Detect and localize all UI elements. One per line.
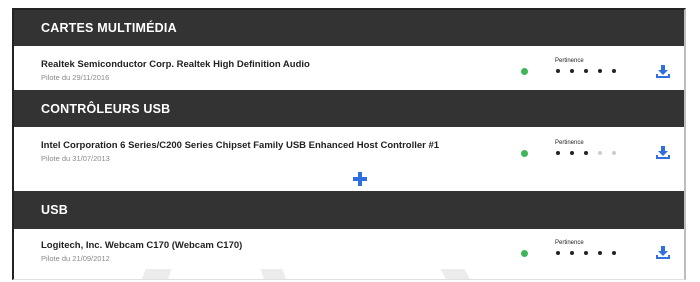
device-row: Intel Corporation 6 Series/C200 Series C…	[14, 127, 684, 189]
background-shape	[260, 269, 290, 279]
driver-date: Pilote du 31/07/2013	[41, 154, 110, 163]
background-shape	[138, 269, 172, 279]
status-indicator	[521, 68, 528, 75]
relevance-label: Pertinence	[555, 58, 584, 64]
download-icon[interactable]	[655, 146, 671, 160]
status-indicator	[521, 150, 528, 157]
plus-icon[interactable]	[353, 172, 367, 186]
relevance-dot-filled	[556, 69, 560, 73]
relevance-dot-filled	[584, 151, 588, 155]
section-title: USB	[41, 203, 68, 217]
section-header-usb-controllers: CONTRÔLEURS USB	[14, 90, 684, 127]
driver-date: Pilote du 29/11/2016	[41, 73, 110, 82]
device-name: Intel Corporation 6 Series/C200 Series C…	[41, 140, 440, 151]
relevance-dot-filled	[584, 69, 588, 73]
relevance-dot-empty	[598, 151, 602, 155]
download-icon[interactable]	[655, 246, 671, 260]
status-indicator	[521, 250, 528, 257]
device-name: Realtek Semiconductor Corp. Realtek High…	[41, 59, 310, 70]
relevance-dot-filled	[570, 151, 574, 155]
device-row: Logitech, Inc. Webcam C170 (Webcam C170)…	[14, 229, 684, 279]
relevance-label: Pertinence	[555, 140, 584, 146]
relevance-dot-filled	[556, 151, 560, 155]
device-row: Realtek Semiconductor Corp. Realtek High…	[14, 46, 684, 90]
relevance-dot-filled	[598, 251, 602, 255]
section-title: CONTRÔLEURS USB	[41, 101, 171, 116]
driver-date: Pilote du 21/09/2012	[41, 254, 110, 263]
relevance-dot-filled	[612, 251, 616, 255]
relevance-dot-filled	[570, 251, 574, 255]
relevance-dot-filled	[584, 251, 588, 255]
download-icon[interactable]	[655, 65, 671, 79]
relevance-dot-filled	[598, 69, 602, 73]
relevance-label: Pertinence	[555, 240, 584, 246]
section-title: CARTES MULTIMÉDIA	[41, 21, 177, 35]
device-name: Logitech, Inc. Webcam C170 (Webcam C170)	[41, 240, 243, 251]
relevance-dot-filled	[570, 69, 574, 73]
relevance-dot-empty	[612, 151, 616, 155]
background-shape	[440, 269, 476, 279]
section-header-usb: USB	[14, 191, 684, 229]
relevance-dot-filled	[612, 69, 616, 73]
relevance-dot-filled	[556, 251, 560, 255]
section-header-multimedia: CARTES MULTIMÉDIA	[14, 10, 684, 46]
driver-list-panel: CARTES MULTIMÉDIA Realtek Semiconductor …	[12, 8, 686, 280]
